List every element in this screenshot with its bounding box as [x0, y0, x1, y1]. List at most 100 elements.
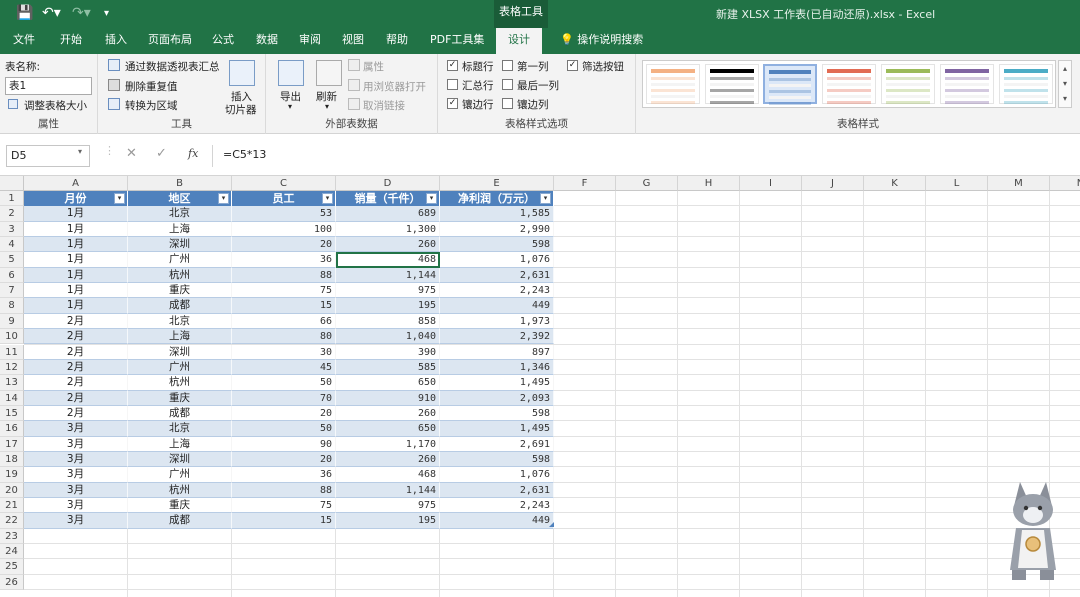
table-cell[interactable]: 858: [336, 313, 440, 330]
insert-slicer-label-2[interactable]: 切片器: [225, 102, 257, 117]
table-cell[interactable]: 53: [232, 206, 336, 222]
table-cell[interactable]: 598: [440, 405, 554, 422]
gallery-up-icon[interactable]: ▴: [1059, 61, 1071, 76]
row-header-9[interactable]: 9: [0, 313, 24, 330]
row-header-25[interactable]: 25: [0, 559, 24, 575]
table-header-cell[interactable]: 地区 ▾: [128, 191, 232, 207]
table-cell[interactable]: 3月: [24, 436, 128, 452]
row-header-23[interactable]: 23: [0, 528, 24, 545]
row-header-14[interactable]: 14: [0, 390, 24, 406]
column-header-n[interactable]: N: [1050, 176, 1080, 191]
table-cell[interactable]: 1,076: [440, 467, 554, 483]
table-cell[interactable]: 3月: [24, 482, 128, 498]
row-header-17[interactable]: 17: [0, 436, 24, 452]
table-cell[interactable]: 260: [336, 451, 440, 468]
table-cell[interactable]: 1,170: [336, 436, 440, 452]
table-cell[interactable]: 2,243: [440, 283, 554, 299]
table-cell[interactable]: 1,300: [336, 221, 440, 238]
table-cell[interactable]: 成都: [128, 298, 232, 314]
table-style-swatch[interactable]: [881, 64, 935, 104]
table-cell[interactable]: 2,691: [440, 436, 554, 452]
resize-table-button[interactable]: 调整表格大小: [24, 98, 87, 113]
insert-function-icon[interactable]: fx: [188, 147, 198, 160]
table-cell[interactable]: 70: [232, 390, 336, 406]
filter-dropdown-icon[interactable]: ▾: [322, 193, 333, 204]
row-header-4[interactable]: 4: [0, 237, 24, 253]
table-cell[interactable]: 1月: [24, 298, 128, 314]
column-header-a[interactable]: A: [24, 176, 128, 191]
row-header-5[interactable]: 5: [0, 252, 24, 268]
tab-help[interactable]: 帮助: [386, 28, 408, 54]
table-cell[interactable]: 15: [232, 513, 336, 529]
tab-pdf-tools[interactable]: PDF工具集: [430, 28, 484, 54]
table-cell[interactable]: 260: [336, 237, 440, 253]
selected-cell-d5[interactable]: [336, 252, 440, 268]
table-cell[interactable]: 3月: [24, 421, 128, 437]
table-style-swatch[interactable]: [999, 64, 1053, 104]
table-cell[interactable]: 598: [440, 237, 554, 253]
table-header-cell[interactable]: 员工 ▾: [232, 191, 336, 207]
table-cell[interactable]: 2月: [24, 344, 128, 360]
table-cell[interactable]: 2,631: [440, 482, 554, 498]
table-cell[interactable]: 2月: [24, 375, 128, 391]
table-cell[interactable]: 650: [336, 421, 440, 437]
refresh-dropdown-icon[interactable]: ▾: [325, 102, 329, 111]
table-style-swatch[interactable]: [705, 64, 759, 104]
row-header-8[interactable]: 8: [0, 298, 24, 314]
filter-dropdown-icon[interactable]: ▾: [540, 193, 551, 204]
select-all-corner[interactable]: [0, 176, 24, 191]
table-cell[interactable]: 66: [232, 313, 336, 330]
table-cell[interactable]: 上海: [128, 221, 232, 238]
tab-design[interactable]: 设计: [496, 28, 542, 54]
table-cell[interactable]: 20: [232, 405, 336, 422]
tab-file[interactable]: 文件: [13, 28, 35, 54]
table-style-swatch[interactable]: [940, 64, 994, 104]
table-cell[interactable]: 北京: [128, 313, 232, 330]
table-style-swatch[interactable]: [822, 64, 876, 104]
table-cell[interactable]: 195: [336, 513, 440, 529]
formula-input[interactable]: =C5*13: [212, 145, 1078, 167]
banded-columns-checkbox[interactable]: [502, 98, 513, 109]
table-cell[interactable]: 88: [232, 267, 336, 284]
row-header-6[interactable]: 6: [0, 267, 24, 284]
table-cell[interactable]: 广州: [128, 359, 232, 376]
table-cell[interactable]: 897: [440, 344, 554, 360]
table-cell[interactable]: 1,144: [336, 482, 440, 498]
export-dropdown-icon[interactable]: ▾: [288, 102, 292, 111]
table-header-cell[interactable]: 净利润（万元） ▾: [440, 191, 554, 207]
row-header-26[interactable]: 26: [0, 574, 24, 591]
gallery-scroll[interactable]: ▴ ▾ ▾: [1058, 60, 1072, 108]
table-cell[interactable]: 1月: [24, 237, 128, 253]
row-header-12[interactable]: 12: [0, 359, 24, 376]
table-cell[interactable]: 449: [440, 298, 554, 314]
header-row-checkbox[interactable]: ✓: [447, 60, 458, 71]
row-header-21[interactable]: 21: [0, 498, 24, 514]
tab-data[interactable]: 数据: [256, 28, 278, 54]
table-cell[interactable]: 449: [440, 513, 554, 529]
table-cell[interactable]: 80: [232, 329, 336, 345]
table-cell[interactable]: 975: [336, 498, 440, 514]
table-cell[interactable]: 2月: [24, 313, 128, 330]
table-cell[interactable]: 上海: [128, 436, 232, 452]
table-cell[interactable]: 成都: [128, 513, 232, 529]
table-cell[interactable]: 2,243: [440, 498, 554, 514]
table-cell[interactable]: 1月: [24, 206, 128, 222]
customize-quick-access-icon[interactable]: ▾: [104, 8, 109, 19]
table-name-input[interactable]: 表1: [5, 77, 92, 95]
table-cell[interactable]: 2月: [24, 405, 128, 422]
table-cell[interactable]: 2月: [24, 359, 128, 376]
table-cell[interactable]: 杭州: [128, 267, 232, 284]
table-cell[interactable]: 北京: [128, 421, 232, 437]
name-box-dropdown-icon[interactable]: ▾: [78, 147, 82, 156]
table-cell[interactable]: 2月: [24, 329, 128, 345]
table-style-swatch[interactable]: [646, 64, 700, 104]
save-icon[interactable]: 💾: [16, 5, 33, 21]
row-header-1[interactable]: 1: [0, 191, 24, 207]
table-cell[interactable]: 杭州: [128, 482, 232, 498]
table-cell[interactable]: 36: [232, 252, 336, 268]
table-cell[interactable]: 195: [336, 298, 440, 314]
table-cell[interactable]: 2,631: [440, 267, 554, 284]
table-cell[interactable]: 910: [336, 390, 440, 406]
table-cell[interactable]: 88: [232, 482, 336, 498]
row-header-13[interactable]: 13: [0, 375, 24, 391]
